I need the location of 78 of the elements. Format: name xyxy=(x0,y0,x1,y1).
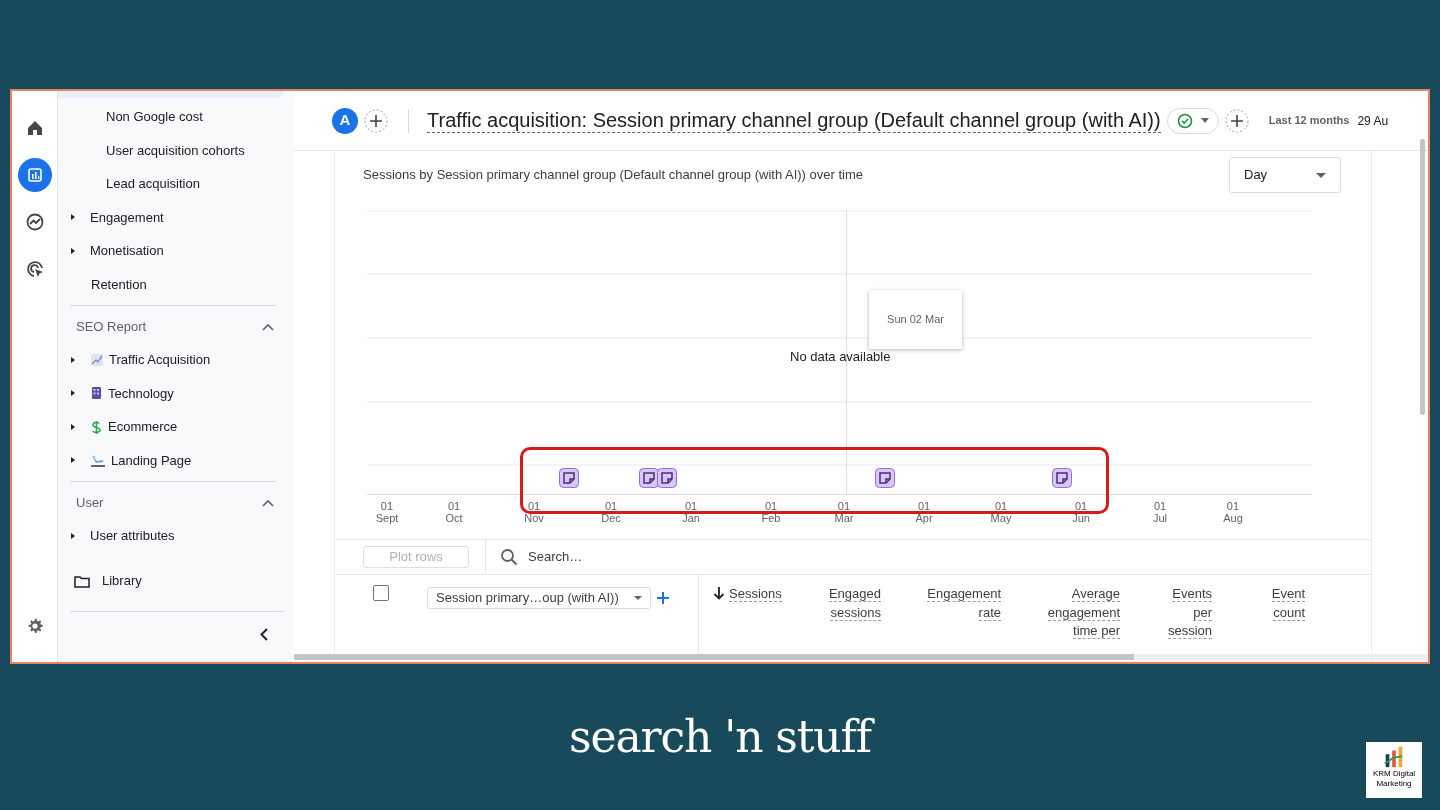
search-field[interactable]: Search… xyxy=(528,547,1371,567)
add-icon[interactable] xyxy=(1224,108,1249,133)
axis-label: 01 Apr xyxy=(915,500,933,524)
caret-icon xyxy=(1316,172,1326,178)
section-title: User xyxy=(76,493,104,512)
sort-arrow-icon[interactable] xyxy=(713,586,725,600)
axis-label: 01 Sept xyxy=(375,500,399,524)
axis-label: 01 Nov xyxy=(524,500,544,524)
axis-label: 01 Dec xyxy=(601,500,621,524)
note-icon[interactable] xyxy=(639,468,659,488)
dollar-icon xyxy=(90,419,103,434)
nav-item[interactable]: Landing Page xyxy=(111,450,192,470)
column-header[interactable]: Sessions xyxy=(729,585,782,604)
report-title: Traffic acquisition: Session primary channel group (Default channel group (with AI)) xyxy=(427,108,1161,133)
note-icon[interactable] xyxy=(657,468,677,488)
expand-arrow-icon[interactable] xyxy=(70,246,76,255)
column-header[interactable]: Engagement rate xyxy=(927,585,1001,622)
nav-item[interactable]: Library xyxy=(102,571,142,591)
section-title: SEO Report xyxy=(76,317,147,336)
collapse-chevron-icon[interactable] xyxy=(262,498,274,507)
column-header[interactable]: Engaged sessions xyxy=(828,585,881,622)
nav-item[interactable]: Lead acquisition xyxy=(106,174,200,194)
add-dimension-icon[interactable] xyxy=(657,592,669,604)
nav-item[interactable]: User acquisition cohorts xyxy=(106,140,245,160)
expand-arrow-icon[interactable] xyxy=(70,355,76,364)
check-circle-icon xyxy=(1176,112,1193,129)
nav-item[interactable]: Monetisation xyxy=(90,241,164,261)
date-range-label: Last 12 months xyxy=(1268,113,1350,129)
nav-item[interactable]: Engagement xyxy=(90,207,164,227)
line-chart-icon xyxy=(90,352,104,367)
expand-arrow-icon[interactable] xyxy=(70,456,76,465)
axis-label: 01 May xyxy=(990,500,1012,524)
column-header[interactable]: Event count xyxy=(1271,585,1305,622)
date-tooltip: Sun 02 Mar xyxy=(869,290,962,349)
caret-icon xyxy=(1200,118,1209,123)
reports-nav-button[interactable] xyxy=(17,158,52,192)
note-icon[interactable] xyxy=(1052,468,1072,488)
nav-item[interactable]: Non Google cost xyxy=(106,107,203,127)
nav-item[interactable]: Traffic Acquisition xyxy=(109,350,211,370)
chart-title: Sessions by Session primary channel group (Default channel group (with AI)) over time xyxy=(363,166,864,185)
building-icon xyxy=(90,386,103,401)
axis-label: 01 Aug xyxy=(1223,500,1243,524)
nav-item[interactable]: Ecommerce xyxy=(108,417,178,437)
nav-item[interactable]: User attributes xyxy=(90,526,175,546)
empty-message: No data available xyxy=(790,348,891,366)
axis-label: 01 Mar xyxy=(834,500,854,524)
search-icon xyxy=(500,548,518,566)
company-logo: KRM Digital Marketing xyxy=(1366,742,1422,798)
vertical-scrollbar[interactable] xyxy=(1420,139,1425,415)
note-icon[interactable] xyxy=(559,468,579,488)
date-range[interactable]: 29 Au xyxy=(1357,111,1389,130)
axis-label: 01 Jun xyxy=(1072,500,1090,524)
caret-icon xyxy=(634,596,642,600)
expand-arrow-icon[interactable] xyxy=(70,389,76,398)
horizontal-scrollbar[interactable] xyxy=(294,654,1134,660)
target-cursor-icon xyxy=(24,259,45,279)
axis-label: 01 Jul xyxy=(1152,500,1168,524)
granularity-dropdown[interactable]: Day xyxy=(1229,157,1341,193)
expand-arrow-icon[interactable] xyxy=(70,213,76,222)
folder-icon xyxy=(74,574,90,588)
column-header[interactable]: Average engagement time per xyxy=(1047,585,1120,641)
column-header[interactable]: Events per session xyxy=(1167,585,1212,641)
note-icon[interactable] xyxy=(875,468,895,488)
nav-item[interactable]: Retention xyxy=(91,274,147,294)
airplane-icon xyxy=(90,453,106,468)
avatar[interactable]: A xyxy=(332,107,358,134)
axis-label: 01 Jan xyxy=(682,500,700,524)
expand-arrow-icon[interactable] xyxy=(70,531,76,540)
dimension-dropdown[interactable]: Session primary…oup (with AI)) xyxy=(427,587,651,609)
collapse-chevron-icon[interactable] xyxy=(262,322,274,331)
axis-label: 01 Oct xyxy=(445,500,463,524)
select-all-checkbox[interactable] xyxy=(373,585,389,601)
add-comparison-icon[interactable] xyxy=(364,108,388,133)
axis-label: 01 Feb xyxy=(761,500,781,524)
nav-item[interactable]: Technology xyxy=(108,383,174,403)
collapse-sidebar-icon[interactable] xyxy=(260,627,268,641)
trend-circle-icon xyxy=(24,212,45,232)
expand-arrow-icon[interactable] xyxy=(70,422,76,431)
